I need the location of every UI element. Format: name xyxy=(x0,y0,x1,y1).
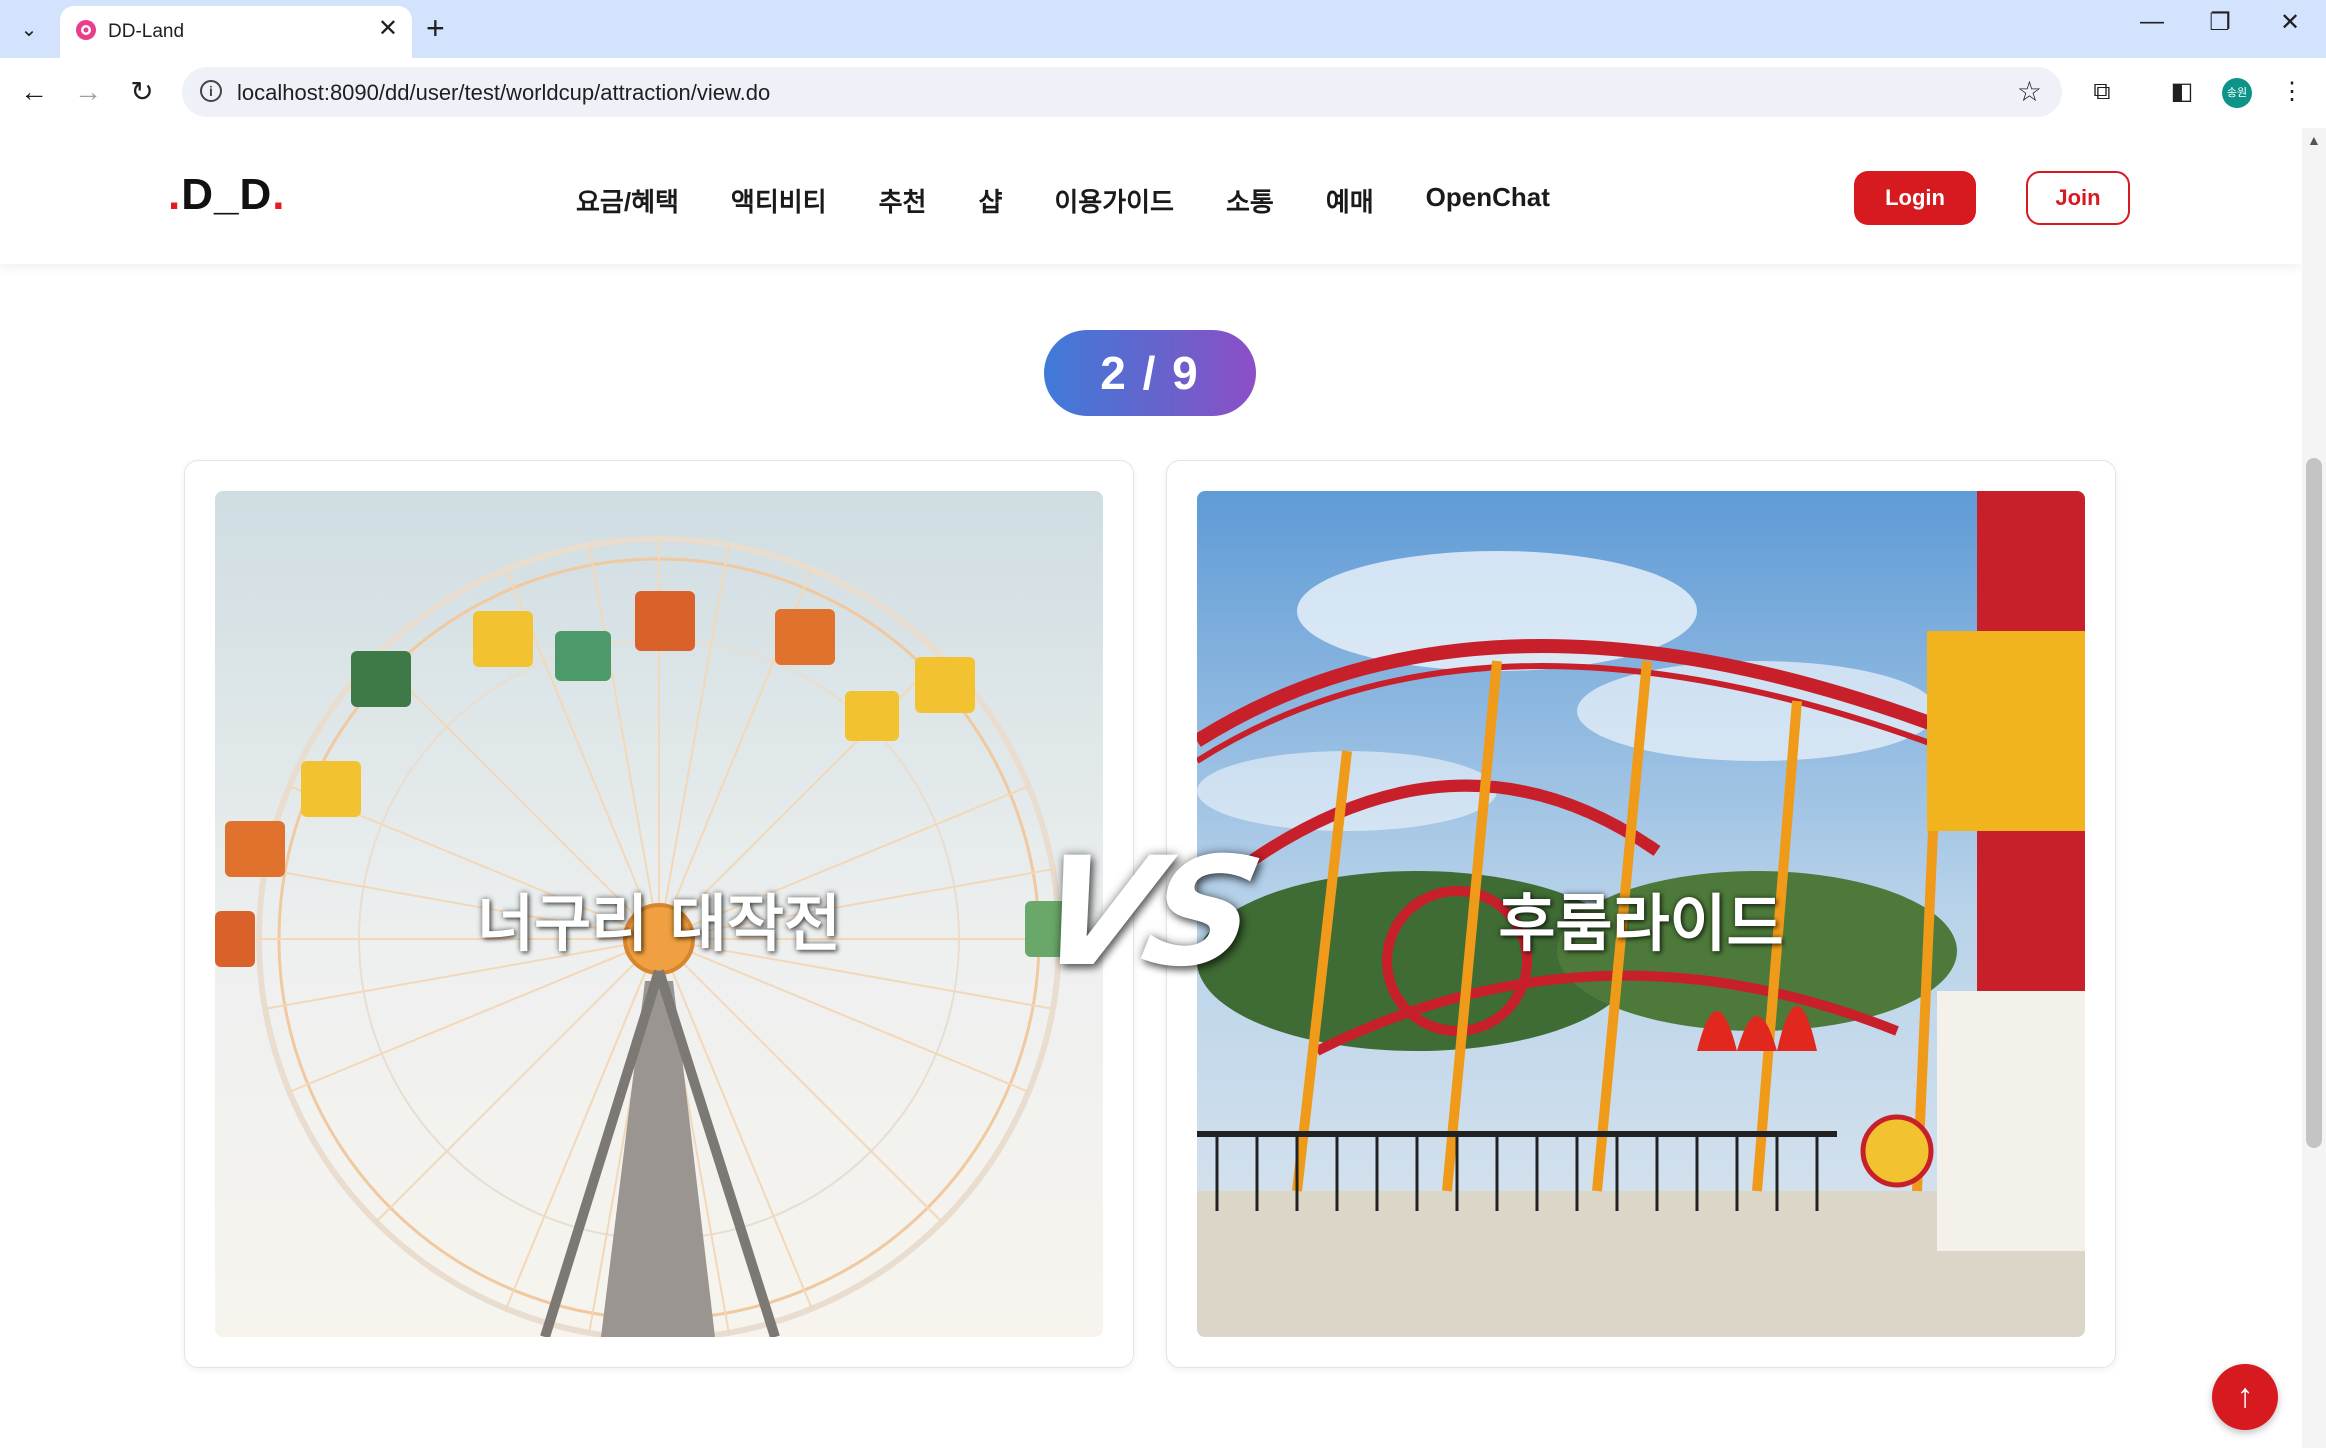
roller-coaster-image[interactable]: 후룸라이드 xyxy=(1197,491,2085,1337)
nav-item-guide[interactable]: 이용가이드 xyxy=(1054,182,1174,219)
right-choice-name: 후룸라이드 xyxy=(1498,887,1784,960)
profile-avatar[interactable]: 송원 xyxy=(2222,78,2252,108)
window-close-icon[interactable]: ✕ xyxy=(2270,8,2310,37)
site-info-icon[interactable]: i xyxy=(200,80,222,102)
side-panel-icon[interactable]: ◧ xyxy=(2164,74,2200,110)
scroll-up-arrow-icon[interactable]: ▲ xyxy=(2307,132,2321,148)
left-choice-name: 너구리 대작전 xyxy=(477,887,841,960)
restore-icon[interactable]: ❐ xyxy=(2200,8,2240,37)
back-icon[interactable]: ← xyxy=(14,72,54,112)
browser-tab-active[interactable]: DD-Land ✕ xyxy=(60,6,412,58)
page-scrollbar[interactable]: ▲ xyxy=(2302,128,2326,1448)
address-url[interactable]: localhost:8090/dd/user/test/worldcup/att… xyxy=(237,80,770,106)
tab-title: DD-Land xyxy=(108,21,185,42)
forward-icon[interactable]: → xyxy=(68,72,108,112)
nav-item-activity[interactable]: 액티비티 xyxy=(731,182,827,219)
browser-toolbar: ← → ↻ i localhost:8090/dd/user/test/worl… xyxy=(0,58,2326,129)
nav-item-openchat[interactable]: OpenChat xyxy=(1426,182,1550,219)
choice-card-right[interactable]: 후룸라이드 xyxy=(1166,460,2116,1368)
reload-icon[interactable]: ↻ xyxy=(122,72,162,112)
page-viewport: .D_D. 요금/혜택 액티비티 추천 샵 이용가이드 소통 예매 OpenCh… xyxy=(0,128,2302,1448)
scroll-to-top-button[interactable]: ↑ xyxy=(2212,1364,2278,1430)
ferris-wheel-image[interactable]: 너구리 대작전 xyxy=(215,491,1103,1337)
scrollbar-thumb[interactable] xyxy=(2306,458,2322,1148)
nav-item-pricing[interactable]: 요금/혜택 xyxy=(576,182,679,219)
nav-item-shop[interactable]: 샵 xyxy=(978,182,1002,219)
bookmark-star-icon[interactable]: ☆ xyxy=(2017,75,2042,108)
site-logo[interactable]: .D_D. xyxy=(168,170,286,220)
logo-dot-right: . xyxy=(272,170,286,219)
logo-text: D_D xyxy=(181,170,273,219)
main-nav: 요금/혜택 액티비티 추천 샵 이용가이드 소통 예매 OpenChat xyxy=(576,182,1550,219)
browser-menu-icon[interactable]: ⋮ xyxy=(2274,74,2310,110)
login-button[interactable]: Login xyxy=(1854,171,1976,225)
site-favicon-icon xyxy=(76,20,96,40)
tab-close-icon[interactable]: ✕ xyxy=(378,14,398,43)
join-button[interactable]: Join xyxy=(2026,171,2130,225)
vs-label: VS xyxy=(1021,826,1267,1000)
arrow-up-icon: ↑ xyxy=(2236,1377,2254,1415)
address-bar[interactable]: i localhost:8090/dd/user/test/worldcup/a… xyxy=(182,67,2062,117)
new-tab-icon[interactable]: + xyxy=(426,10,445,47)
site-header: .D_D. 요금/혜택 액티비티 추천 샵 이용가이드 소통 예매 OpenCh… xyxy=(0,128,2302,264)
nav-item-community[interactable]: 소통 xyxy=(1226,182,1274,219)
choice-card-left[interactable]: 너구리 대작전 xyxy=(184,460,1134,1368)
logo-dot-left: . xyxy=(168,170,182,219)
tab-search-icon[interactable]: ⌄ xyxy=(10,12,48,46)
round-counter-badge: 2 / 9 xyxy=(1044,330,1256,416)
extensions-icon[interactable]: ⧉ xyxy=(2084,74,2120,110)
nav-item-recommend[interactable]: 추천 xyxy=(879,182,927,219)
browser-tab-bar: ⌄ DD-Land ✕ + — ❐ ✕ xyxy=(0,0,2326,58)
nav-item-booking[interactable]: 예매 xyxy=(1326,182,1374,219)
minimize-icon[interactable]: — xyxy=(2132,8,2172,36)
